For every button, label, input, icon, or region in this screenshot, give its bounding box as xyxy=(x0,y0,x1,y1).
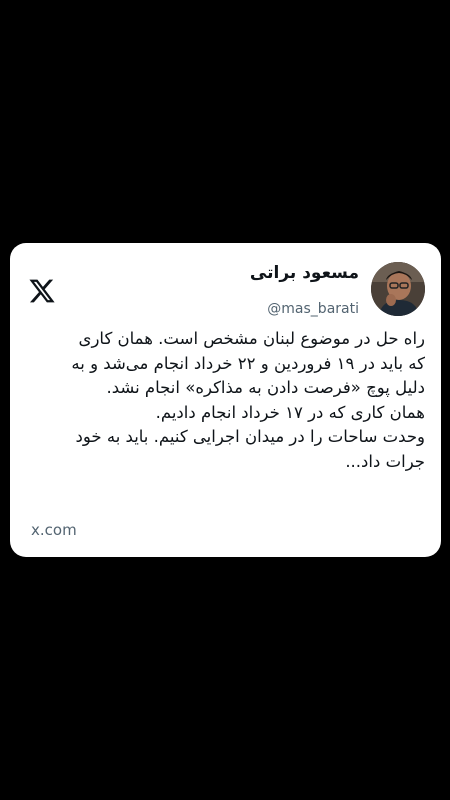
x-logo-icon[interactable] xyxy=(27,277,57,305)
author-name[interactable]: مسعود براتی xyxy=(250,263,359,283)
tweet-text-line: دلیل پوچ «فرصت دادن به مذاکره» انجام نشد… xyxy=(106,378,425,397)
tweet-text-line: وحدت ساحات را در میدان اجرایی کنیم. باید… xyxy=(75,427,425,446)
avatar[interactable] xyxy=(371,262,425,316)
tweet-card[interactable]: مسعود براتی @mas_barati راه حل در موضوع … xyxy=(10,243,441,557)
link-domain[interactable]: x.com xyxy=(31,521,77,539)
tweet-text-line: جرات داد... xyxy=(345,451,425,471)
profile-photo-icon xyxy=(371,262,425,316)
tweet-text-line: راه حل در موضوع لبنان مشخص است. همان کار… xyxy=(78,329,425,348)
tweet-text-line: همان کاری که در ۱۷ خرداد انجام دادیم. xyxy=(155,402,425,422)
tweet-text: راه حل در موضوع لبنان مشخص است. همان کار… xyxy=(28,327,425,474)
author-handle[interactable]: @mas_barati xyxy=(267,301,359,317)
tweet-text-line: که باید در ۱۹ فروردین و ۲۲ خرداد انجام م… xyxy=(71,353,425,373)
